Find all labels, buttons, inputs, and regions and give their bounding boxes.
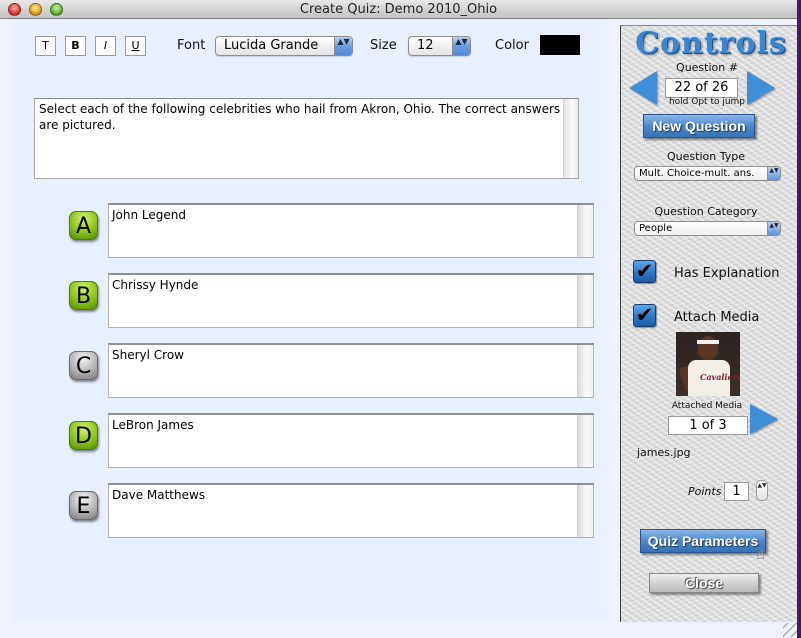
question-category-select[interactable]: People ▲▼ — [634, 221, 781, 236]
question-type-value: Mult. Choice-mult. ans. — [639, 168, 755, 179]
checkmark-icon: ✔ — [635, 259, 654, 283]
has-explanation-label: Has Explanation — [674, 266, 780, 281]
italic-button[interactable]: I — [95, 36, 116, 56]
popup-arrows-icon: ▲▼ — [452, 37, 470, 55]
attached-media-label: Attached Media — [671, 401, 743, 411]
title-bar[interactable]: Create Quiz: Demo 2010_Ohio — [0, 0, 797, 19]
answer-a-correct-toggle[interactable]: A — [69, 211, 98, 240]
popup-arrows-icon: ▲▼ — [767, 167, 780, 180]
media-filename: james.jpg — [637, 446, 691, 459]
size-select-value: 12 — [417, 38, 434, 53]
answer-d-correct-toggle[interactable]: D — [69, 421, 98, 450]
attached-media-thumbnail[interactable]: Cavaliers — [676, 332, 740, 396]
desktop-background — [797, 0, 801, 638]
bold-button[interactable]: B — [65, 36, 86, 56]
question-number-hint: hold Opt to jump — [668, 97, 746, 107]
resize-grip[interactable] — [783, 623, 797, 637]
popup-arrows-icon: ▲▼ — [334, 37, 352, 55]
question-number-field[interactable]: 22 of 26 — [665, 78, 738, 98]
create-quiz-window: Create Quiz: Demo 2010_Ohio T B I U Font… — [0, 0, 797, 638]
color-swatch[interactable] — [540, 35, 580, 55]
answer-a-field[interactable]: John Legend — [108, 203, 594, 258]
points-field[interactable]: 1 — [724, 482, 749, 501]
close-window-button[interactable] — [8, 3, 21, 16]
controls-panel: Controls Question # 22 of 26 hold Opt to… — [620, 25, 797, 622]
minimize-window-button[interactable] — [29, 3, 42, 16]
has-explanation-checkbox[interactable]: ✔ — [633, 260, 656, 283]
answer-e-field[interactable]: Dave Matthews — [108, 483, 594, 538]
plain-text-button[interactable]: T — [35, 36, 56, 56]
checkmark-icon: ✔ — [635, 303, 654, 327]
zoom-window-button[interactable] — [50, 3, 63, 16]
question-category-label: Question Category — [654, 205, 758, 218]
question-type-label: Question Type — [667, 150, 745, 163]
answer-b-field[interactable]: Chrissy Hynde — [108, 273, 594, 328]
next-media-arrow-icon[interactable] — [750, 404, 778, 434]
answer-row-c: C Sheryl Crow — [13, 343, 607, 399]
size-label: Size — [370, 38, 397, 53]
font-select[interactable]: Lucida Grande ▲▼ — [215, 36, 353, 56]
font-select-value: Lucida Grande — [224, 38, 319, 53]
window-title: Create Quiz: Demo 2010_Ohio — [299, 2, 498, 17]
question-text-field[interactable]: Select each of the following celebrities… — [34, 98, 579, 179]
question-number-label: Question # — [676, 61, 738, 74]
question-type-select[interactable]: Mult. Choice-mult. ans. ▲▼ — [634, 166, 781, 181]
attach-media-label: Attach Media — [674, 310, 760, 325]
points-label: Points — [688, 485, 722, 498]
attached-media-count-field[interactable]: 1 of 3 — [668, 416, 748, 435]
answer-d-field[interactable]: LeBron James — [108, 413, 594, 468]
answer-e-correct-toggle[interactable]: E — [69, 491, 98, 520]
attach-media-checkbox[interactable]: ✔ — [633, 304, 656, 327]
answer-row-b: B Chrissy Hynde — [13, 273, 607, 329]
font-label: Font — [177, 38, 206, 53]
thumb-jersey-logo: Cavaliers — [700, 372, 740, 382]
question-category-value: People — [639, 223, 673, 234]
pointer-hand-cursor-icon: ☝ — [756, 545, 766, 563]
points-stepper[interactable]: ▲▼ — [756, 480, 768, 501]
quiz-parameters-button[interactable]: Quiz Parameters — [640, 529, 766, 553]
answer-row-e: E Dave Matthews — [13, 483, 607, 539]
answer-c-correct-toggle[interactable]: C — [69, 351, 98, 380]
size-select[interactable]: 12 ▲▼ — [408, 36, 471, 56]
answer-row-a: A John Legend — [13, 203, 607, 259]
answer-row-d: D LeBron James — [13, 413, 607, 469]
popup-arrows-icon: ▲▼ — [767, 222, 780, 235]
underline-button[interactable]: U — [125, 36, 146, 56]
new-question-button[interactable]: New Question — [643, 114, 755, 138]
thumb-headband — [697, 340, 719, 344]
answer-c-field[interactable]: Sheryl Crow — [108, 343, 594, 398]
format-toolbar: T B I U Font Lucida Grande ▲▼ Size 12 ▲▼… — [13, 20, 607, 70]
question-editor: T B I U Font Lucida Grande ▲▼ Size 12 ▲▼… — [13, 20, 607, 621]
color-label: Color — [495, 38, 529, 53]
close-button[interactable]: Close — [649, 573, 759, 593]
answer-b-correct-toggle[interactable]: B — [69, 281, 98, 310]
controls-title: Controls — [635, 26, 787, 61]
